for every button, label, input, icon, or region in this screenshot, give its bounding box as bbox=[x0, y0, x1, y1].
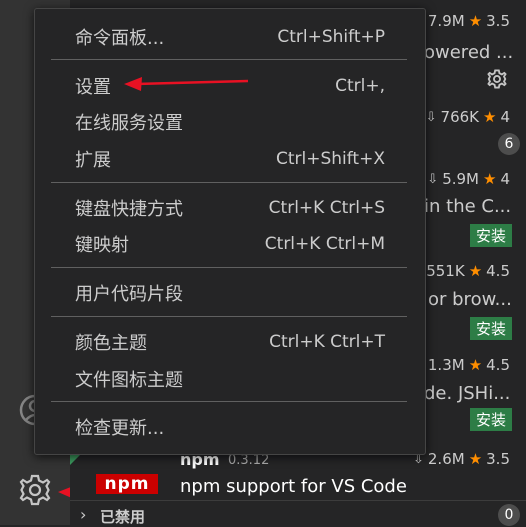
menu-item-label: 文件图标主题 bbox=[75, 370, 183, 391]
downloads-count: 2.6M bbox=[427, 450, 465, 468]
menu-item-label: 检查更新... bbox=[75, 418, 165, 439]
downloads-count: 7.9M bbox=[427, 12, 465, 30]
rating-value: 4.5 bbox=[486, 262, 510, 280]
menu-item-label: 键盘快捷方式 bbox=[75, 199, 183, 220]
star-icon: ★ bbox=[468, 12, 483, 30]
section-count-badge: 0 bbox=[498, 504, 520, 526]
extension-version: 0.3.12 bbox=[228, 453, 270, 468]
menu-item-label: 颜色主题 bbox=[75, 333, 147, 354]
manage-gear-icon[interactable] bbox=[486, 68, 508, 94]
extension-description: or brow... bbox=[428, 289, 512, 310]
menu-item-color-theme[interactable]: 颜色主题 Ctrl+K Ctrl+T bbox=[35, 325, 425, 359]
star-icon: ★ bbox=[483, 170, 497, 188]
downloads-count: 1.3M bbox=[427, 356, 465, 374]
extension-description: owered ... bbox=[424, 42, 514, 63]
menu-item-label: 键映射 bbox=[75, 235, 129, 256]
menu-item-shortcut: Ctrl+K Ctrl+M bbox=[264, 234, 385, 254]
rating-value: 4 bbox=[500, 108, 510, 126]
menu-item-shortcut: Ctrl+Shift+X bbox=[275, 149, 385, 169]
extension-stats: 1.3M ★ 4.5 bbox=[428, 356, 510, 374]
download-icon: ⇩ bbox=[427, 171, 439, 187]
rating-value: 3.5 bbox=[486, 12, 510, 30]
install-button[interactable]: 安装 bbox=[469, 317, 512, 340]
menu-item-shortcut: Ctrl+Shift+P bbox=[277, 27, 385, 47]
downloads-count: 551K bbox=[426, 262, 465, 280]
extension-stats: 7.9M ★ 3.5 bbox=[428, 12, 510, 30]
menu-separator bbox=[51, 182, 407, 183]
menu-item-label: 在线服务设置 bbox=[75, 113, 183, 134]
extension-stats: ⇩ 766K ★ 4 bbox=[426, 108, 510, 126]
extension-description: in the C... bbox=[424, 196, 512, 217]
menu-item-keymaps[interactable]: 键映射 Ctrl+K Ctrl+M bbox=[35, 227, 425, 261]
downloads-count: 766K bbox=[440, 108, 479, 126]
annotation-arrow-settings bbox=[124, 77, 249, 91]
section-count-badge: 6 bbox=[498, 133, 520, 155]
extension-description: npm support for VS Code bbox=[180, 476, 407, 497]
gear-icon[interactable] bbox=[15, 470, 55, 510]
rating-value: 4 bbox=[500, 170, 510, 188]
npm-logo: npm bbox=[96, 474, 158, 494]
downloads-count: 5.9M bbox=[442, 170, 479, 188]
menu-item-shortcut: Ctrl+, bbox=[335, 76, 385, 96]
menu-separator bbox=[51, 267, 407, 268]
chevron-right-icon: › bbox=[80, 505, 87, 524]
menu-item-shortcut: Ctrl+K Ctrl+S bbox=[268, 198, 385, 218]
rating-value: 4.5 bbox=[486, 356, 510, 374]
star-icon: ★ bbox=[468, 262, 483, 280]
menu-item-label: 命令面板... bbox=[75, 28, 165, 49]
menu-separator bbox=[51, 59, 407, 60]
menu-item-check-updates[interactable]: 检查更新... bbox=[35, 410, 425, 444]
section-title: 已禁用 bbox=[100, 508, 146, 526]
extension-item-npm[interactable]: npm npm 0.3.12 npm support for VS Code ⇩… bbox=[70, 448, 526, 500]
menu-separator bbox=[51, 316, 407, 317]
extension-description: de. JSHi... bbox=[424, 383, 511, 404]
star-icon: ★ bbox=[483, 108, 497, 126]
rating-value: 3.5 bbox=[486, 450, 510, 468]
install-button[interactable]: 安装 bbox=[469, 408, 512, 431]
menu-separator bbox=[51, 401, 407, 402]
menu-item-label: 扩展 bbox=[75, 150, 111, 171]
extension-stats: ⇩ 2.6M ★ 3.5 bbox=[413, 450, 510, 468]
extension-stats: 551K ★ 4.5 bbox=[426, 262, 510, 280]
menu-item-extensions[interactable]: 扩展 Ctrl+Shift+X bbox=[35, 142, 425, 176]
star-icon: ★ bbox=[468, 356, 483, 374]
menu-item-file-icon-theme[interactable]: 文件图标主题 bbox=[35, 362, 425, 396]
menu-item-online-services-settings[interactable]: 在线服务设置 bbox=[35, 105, 425, 139]
download-icon: ⇩ bbox=[425, 109, 437, 125]
menu-item-keyboard-shortcuts[interactable]: 键盘快捷方式 Ctrl+K Ctrl+S bbox=[35, 191, 425, 225]
menu-item-shortcut: Ctrl+K Ctrl+T bbox=[269, 332, 385, 352]
extension-stats: ⇩ 5.9M ★ 4 bbox=[427, 170, 510, 188]
menu-item-user-snippets[interactable]: 用户代码片段 bbox=[35, 276, 425, 310]
install-button[interactable]: 安装 bbox=[469, 224, 512, 247]
disabled-extensions-section[interactable]: › 已禁用 0 bbox=[70, 500, 526, 526]
menu-item-label: 用户代码片段 bbox=[75, 284, 183, 305]
star-icon: ★ bbox=[468, 450, 483, 468]
menu-item-command-palette[interactable]: 命令面板... Ctrl+Shift+P bbox=[35, 20, 425, 54]
menu-item-label: 设置 bbox=[75, 77, 111, 98]
